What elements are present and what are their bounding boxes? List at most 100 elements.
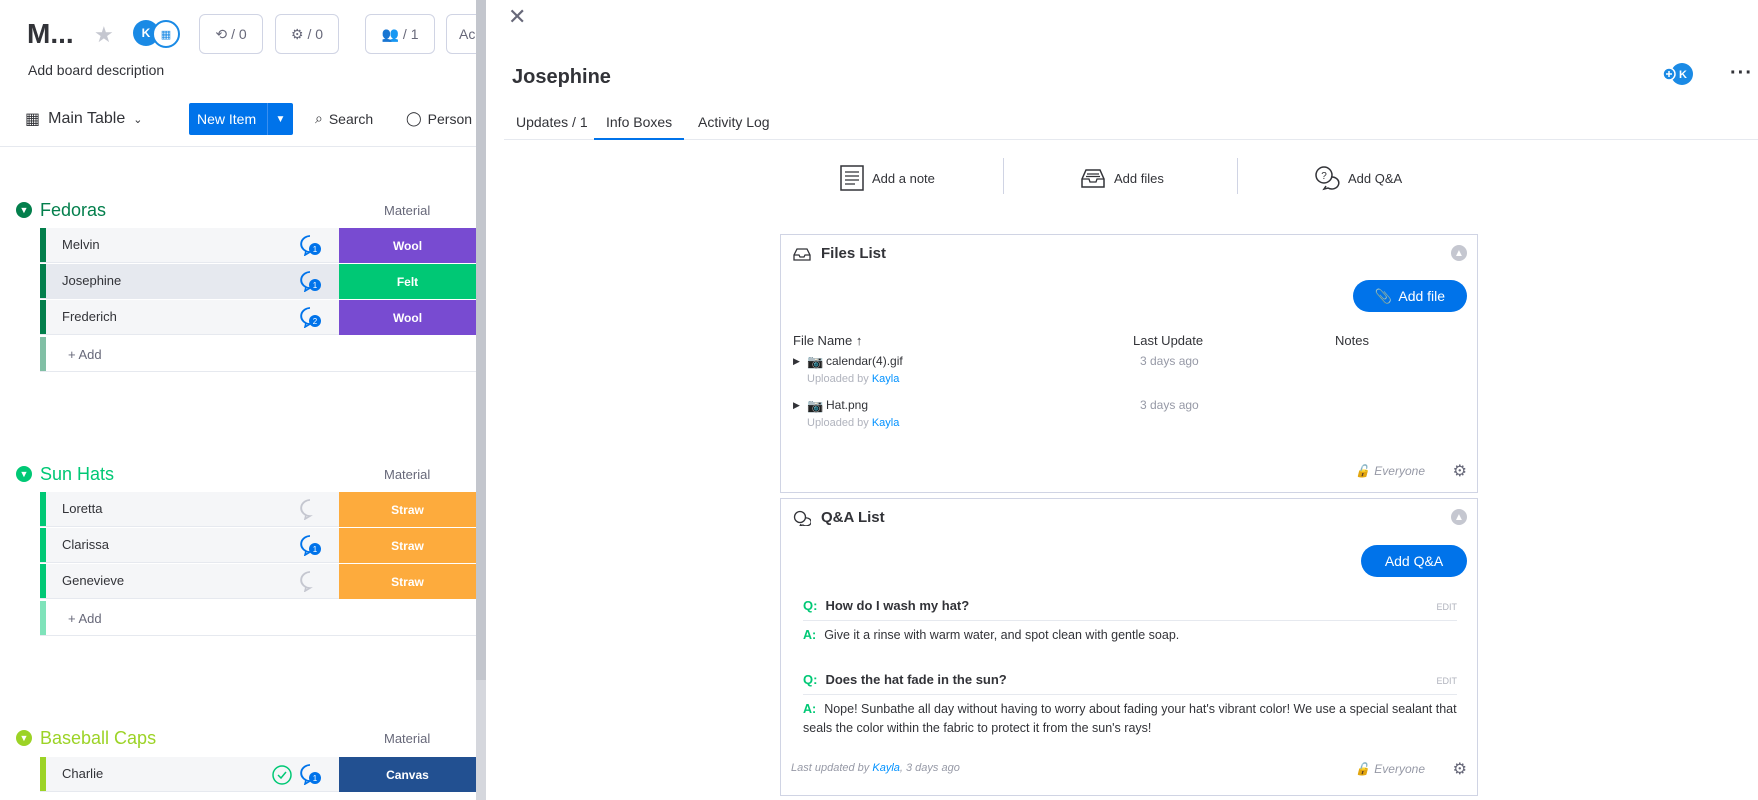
table-row[interactable]: Melvin 1 Wool <box>40 228 476 263</box>
activity-button[interactable]: Ac <box>446 14 476 54</box>
table-row[interactable]: Frederich 2 Wool <box>40 300 476 335</box>
main-table-view[interactable]: ▦ Main Table ⌄ <box>25 109 142 129</box>
column-header-material[interactable]: Material <box>384 467 430 482</box>
table-row[interactable]: Loretta Straw <box>40 492 476 527</box>
chevron-down-icon[interactable]: ▼ <box>267 103 293 135</box>
collapse-up-icon[interactable]: ▲ <box>1451 245 1467 261</box>
tab-info-boxes[interactable]: Info Boxes <box>594 114 685 140</box>
collapse-icon[interactable]: ▼ <box>16 466 32 482</box>
board-description[interactable]: Add board description <box>28 62 164 78</box>
column-header-material[interactable]: Material <box>384 203 430 218</box>
material-status-cell[interactable]: Wool <box>339 300 476 335</box>
file-name[interactable]: calendar(4).gif <box>826 354 903 368</box>
add-update-bubble-icon[interactable] <box>298 498 322 520</box>
qa-list-header: Q&A List <box>793 509 885 526</box>
scrollbar-thumb[interactable] <box>476 0 486 680</box>
column-header-material[interactable]: Material <box>384 731 430 746</box>
close-icon[interactable]: ✕ <box>508 4 526 30</box>
paperclip-icon: 📎 <box>1374 287 1393 304</box>
material-status-cell[interactable]: Canvas <box>339 757 476 792</box>
uploader-link[interactable]: Kayla <box>872 417 900 429</box>
item-name[interactable]: Frederich <box>62 309 117 324</box>
group-color-bar <box>40 337 46 371</box>
material-status-cell[interactable]: Straw <box>339 564 476 599</box>
column-header-file-name[interactable]: File Name ↑ <box>793 333 862 348</box>
add-qa-list-button[interactable]: Add Q&A <box>1361 545 1467 577</box>
integrations-button[interactable]: ⟲ / 0 <box>199 14 263 54</box>
item-name[interactable]: Melvin <box>62 237 100 252</box>
group-title[interactable]: Fedoras <box>40 200 106 221</box>
expand-arrow-icon[interactable]: ▶ <box>793 400 800 411</box>
tab-updates[interactable]: Updates / 1 <box>504 114 600 140</box>
updates-bubble-icon[interactable]: 1 <box>298 234 322 256</box>
add-item-row[interactable]: + Add <box>40 337 476 372</box>
table-row[interactable]: Charlie 1 Canvas <box>40 757 476 792</box>
add-update-bubble-icon[interactable] <box>298 570 322 592</box>
group-header[interactable]: ▼ Sun Hats <box>16 462 114 486</box>
members-button[interactable]: 👥 / 1 <box>365 14 435 54</box>
updates-bubble-icon[interactable]: 2 <box>298 306 322 328</box>
updates-bubble-icon[interactable]: 1 <box>298 270 322 292</box>
collapse-icon[interactable]: ▼ <box>16 202 32 218</box>
file-row[interactable]: ▶ 📷 Hat.png Uploaded by Kayla 3 days ago <box>793 398 1467 438</box>
activity-label: Ac <box>459 26 476 42</box>
item-name[interactable]: Clarissa <box>62 537 109 552</box>
question[interactable]: Q: How do I wash my hat? <box>803 598 969 613</box>
more-options-icon[interactable]: ··· <box>1730 62 1753 85</box>
board-title[interactable]: M... <box>27 18 74 50</box>
group-title[interactable]: Sun Hats <box>40 464 114 485</box>
subscribers-avatar-icon[interactable]: K <box>1662 62 1694 86</box>
visibility-toggle[interactable]: 🔓 Everyone <box>1355 762 1425 776</box>
item-name[interactable]: Charlie <box>62 766 103 781</box>
edit-button[interactable]: EDIT <box>1436 602 1457 612</box>
add-item-label[interactable]: + Add <box>68 347 102 362</box>
add-item-row[interactable]: + Add <box>40 601 476 636</box>
group-header[interactable]: ▼ Baseball Caps <box>16 726 156 750</box>
table-row[interactable]: Genevieve Straw <box>40 564 476 599</box>
material-status-cell[interactable]: Wool <box>339 228 476 263</box>
panel-resize-bar[interactable] <box>476 0 486 800</box>
expand-arrow-icon[interactable]: ▶ <box>793 356 800 367</box>
column-header-notes[interactable]: Notes <box>1335 333 1369 348</box>
search-button[interactable]: ⌕ Search <box>315 110 373 127</box>
qa-item: Q: How do I wash my hat? EDIT A: Give it a… <box>803 598 1457 668</box>
add-files-button[interactable]: Add files <box>1080 160 1164 196</box>
star-icon[interactable]: ★ <box>94 22 114 48</box>
file-row[interactable]: ▶ 📷 calendar(4).gif Uploaded by Kayla 3 … <box>793 354 1467 394</box>
add-qa-button[interactable]: ? Add Q&A <box>1314 160 1402 196</box>
uploader-link[interactable]: Kayla <box>872 373 900 385</box>
group-header[interactable]: ▼ Fedoras <box>16 198 106 222</box>
question[interactable]: Q: Does the hat fade in the sun? <box>803 672 1007 687</box>
automations-button[interactable]: ⚙ / 0 <box>275 14 339 54</box>
item-name[interactable]: Genevieve <box>62 573 124 588</box>
check-circle-icon[interactable] <box>271 764 293 786</box>
item-name[interactable]: Josephine <box>62 273 121 288</box>
updates-bubble-icon[interactable]: 1 <box>298 763 322 785</box>
group-title[interactable]: Baseball Caps <box>40 728 156 749</box>
new-item-button[interactable]: New Item ▼ <box>189 103 293 135</box>
visibility-toggle[interactable]: 🔓 Everyone <box>1355 464 1425 478</box>
collapse-icon[interactable]: ▼ <box>16 730 32 746</box>
add-note-button[interactable]: Add a note <box>840 160 935 196</box>
last-updated-user-link[interactable]: Kayla <box>872 762 900 774</box>
file-name[interactable]: Hat.png <box>826 398 868 412</box>
tab-activity-log[interactable]: Activity Log <box>686 114 782 140</box>
updates-bubble-icon[interactable]: 1 <box>298 534 322 556</box>
edit-button[interactable]: EDIT <box>1436 676 1457 686</box>
search-label: Search <box>328 110 374 127</box>
add-item-label[interactable]: + Add <box>68 611 102 626</box>
table-row[interactable]: Clarissa 1 Straw <box>40 528 476 563</box>
item-name[interactable]: Loretta <box>62 501 102 516</box>
integration-avatar-icon[interactable]: ▦ <box>152 20 180 48</box>
material-status-cell[interactable]: Felt <box>339 264 476 299</box>
add-file-button[interactable]: 📎 Add file <box>1353 280 1467 312</box>
gear-icon[interactable]: ⚙ <box>1453 461 1467 481</box>
person-filter-button[interactable]: ◯ Person <box>406 110 472 127</box>
table-row[interactable]: Josephine 1 Felt <box>40 264 476 299</box>
item-title[interactable]: Josephine <box>512 66 611 89</box>
column-header-last-update[interactable]: Last Update <box>1133 333 1203 348</box>
material-status-cell[interactable]: Straw <box>339 528 476 563</box>
gear-icon[interactable]: ⚙ <box>1453 759 1467 779</box>
collapse-up-icon[interactable]: ▲ <box>1451 509 1467 525</box>
material-status-cell[interactable]: Straw <box>339 492 476 527</box>
